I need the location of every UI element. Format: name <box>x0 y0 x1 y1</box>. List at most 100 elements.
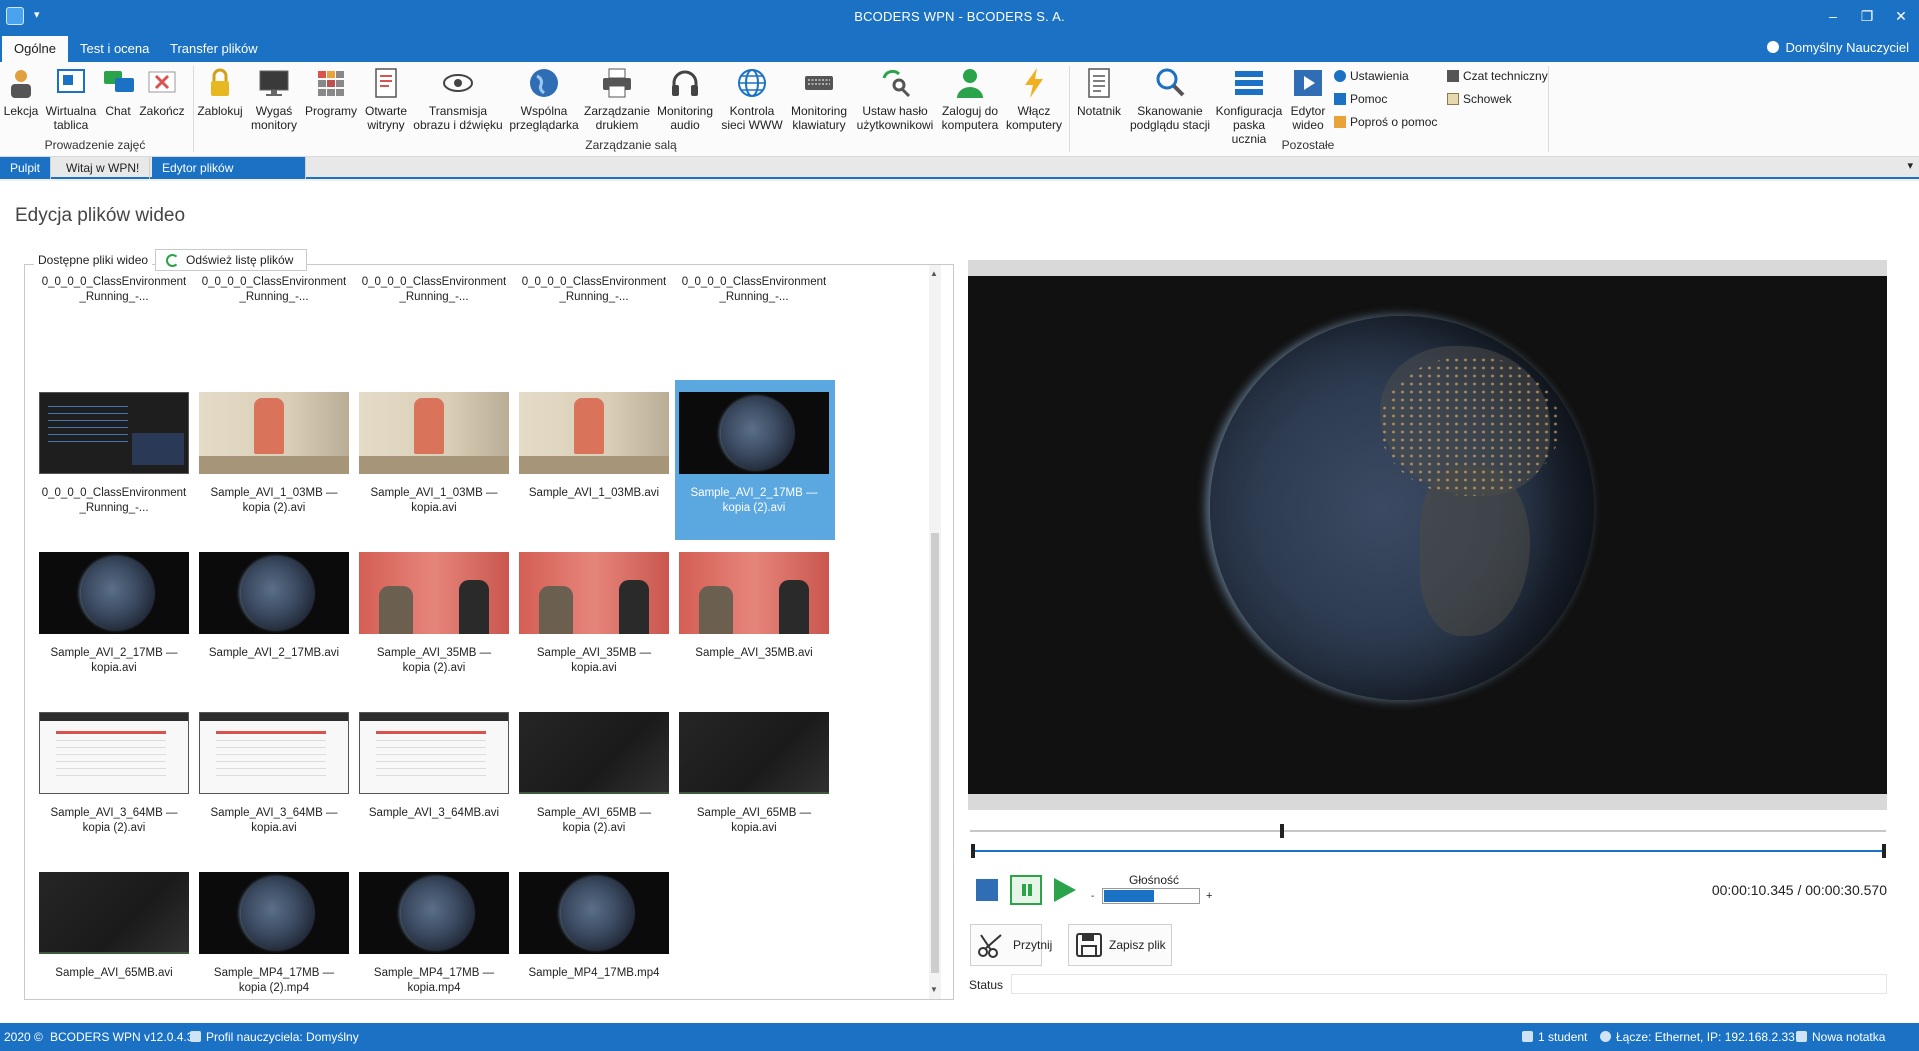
video-file-tile[interactable]: 0_0_0_0_ClassEnvironment _Running_-... <box>35 273 195 323</box>
video-file-tile[interactable]: 0_0_0_0_ClassEnvironment _Running_-... <box>355 273 515 323</box>
kontrola-sieci-button[interactable]: Kontrola sieci WWW <box>720 66 784 132</box>
monitoring-audio-button[interactable]: Monitoring audio <box>652 66 718 132</box>
monitoring-klawiatury-button[interactable]: Monitoring klawiatury <box>786 66 852 132</box>
files-scrollbar[interactable]: ▲ ▼ <box>929 265 941 999</box>
transmisja-button[interactable]: Transmisja obrazu i dźwięku <box>412 66 504 132</box>
tabs-menu-dropdown[interactable]: ▾ <box>1907 159 1913 172</box>
trim-button[interactable]: Przytnij <box>970 924 1052 966</box>
video-file-tile[interactable]: Sample_AVI_35MB.avi <box>675 540 835 700</box>
zarzadzanie-drukiem-button[interactable]: Zarządzanie drukiem <box>584 66 650 132</box>
restore-button[interactable]: ❐ <box>1854 5 1880 27</box>
volume-slider[interactable] <box>1102 888 1200 904</box>
play-button[interactable] <box>1054 878 1076 902</box>
konfiguracja-paska-button[interactable]: Konfiguracja paska ucznia <box>1214 66 1284 146</box>
video-file-tile[interactable]: Sample_AVI_35MB — kopia.avi <box>515 540 675 700</box>
wirtualna-tablica-button[interactable]: Wirtualna tablica <box>42 66 100 132</box>
video-file-tile[interactable]: Sample_AVI_2_17MB — kopia (2).avi <box>675 380 835 540</box>
video-file-tile[interactable]: Sample_AVI_2_17MB.avi <box>195 540 355 700</box>
playback-slider[interactable] <box>970 824 1886 838</box>
close-button[interactable]: ✕ <box>1888 5 1914 27</box>
tab-test-i-ocena[interactable]: Test i ocena <box>68 36 161 62</box>
video-file-name: Sample_AVI_65MB — kopia (2).avi <box>536 807 652 834</box>
otwarte-witryny-button[interactable]: Otwarte witryny <box>362 66 410 132</box>
video-file-tile[interactable]: Sample_AVI_65MB.avi <box>35 860 195 1020</box>
group-label-zarzadzanie: Zarządzanie salą <box>585 138 677 152</box>
video-file-name: Sample_AVI_35MB — kopia.avi <box>536 647 652 674</box>
zakoncz-button[interactable]: Zakończ <box>138 66 186 118</box>
volume-minus: - <box>1091 891 1095 902</box>
video-thumbnail <box>199 712 349 794</box>
video-file-tile[interactable]: Sample_AVI_65MB — kopia (2).avi <box>515 700 675 860</box>
chat-button[interactable]: Chat <box>102 66 134 118</box>
video-file-tile[interactable]: Sample_AVI_1_03MB.avi <box>515 380 675 540</box>
time-current: 00:00:10.345 <box>1711 882 1794 898</box>
doc-tab-witaj[interactable]: Witaj w WPN! <box>56 157 151 179</box>
window-title: BCODERS WPN - BCODERS S. A. <box>854 9 1065 24</box>
ustawienia-button[interactable]: Ustawienia <box>1334 69 1409 83</box>
tab-ogolne[interactable]: Ogólne <box>2 36 68 62</box>
video-file-tile[interactable]: Sample_AVI_65MB — kopia.avi <box>675 700 835 860</box>
new-note-button[interactable]: Nowa notatka <box>1796 1030 1885 1044</box>
scroll-up-icon[interactable]: ▲ <box>930 269 938 278</box>
video-preview[interactable] <box>968 276 1887 794</box>
popros-o-pomoc-button[interactable]: Poproś o pomoc <box>1334 115 1437 129</box>
tab-transfer-plikow[interactable]: Transfer plików <box>158 36 270 62</box>
video-file-name: Sample_AVI_1_03MB — kopia (2).avi <box>210 487 338 514</box>
pomoc-button[interactable]: Pomoc <box>1334 92 1387 106</box>
schowek-button[interactable]: Schowek <box>1447 92 1512 106</box>
trim-range-slider[interactable] <box>971 844 1886 858</box>
wlacz-komputery-button[interactable]: Włącz komputery <box>1004 66 1064 132</box>
teacher-profile[interactable]: Profil nauczyciela: Domyślny <box>190 1030 359 1044</box>
zaloguj-button[interactable]: Zaloguj do komputera <box>938 66 1002 132</box>
video-file-tile[interactable]: Sample_AVI_3_64MB — kopia.avi <box>195 700 355 860</box>
refresh-icon <box>166 254 179 267</box>
czat-techniczny-button[interactable]: Czat techniczny <box>1447 69 1548 83</box>
ribbon-tab-bar: Ogólne Test i ocena Transfer plików Domy… <box>0 32 1919 62</box>
playback-handle[interactable] <box>1280 824 1284 838</box>
video-thumbnail <box>679 552 829 634</box>
video-file-tile[interactable]: 0_0_0_0_ClassEnvironment _Running_-... <box>515 273 675 323</box>
video-file-tile[interactable]: Sample_AVI_2_17MB — kopia.avi <box>35 540 195 700</box>
group-label-prowadzenie: Prowadzenie zajęć <box>44 138 146 152</box>
skanowanie-button[interactable]: Skanowanie podglądu stacji <box>1128 66 1212 132</box>
video-file-tile[interactable]: Sample_MP4_17MB — kopia (2).mp4 <box>195 860 355 1020</box>
trim-start-handle[interactable] <box>971 844 975 858</box>
app-version: BCODERS WPN v12.0.4.3 <box>50 1030 194 1044</box>
video-file-tile[interactable]: Sample_AVI_3_64MB — kopia (2).avi <box>35 700 195 860</box>
scroll-down-icon[interactable]: ▼ <box>930 985 938 994</box>
notatnik-button[interactable]: Notatnik <box>1072 66 1126 118</box>
save-file-button[interactable]: Zapisz plik <box>1068 924 1172 966</box>
wspolna-przegladarka-button[interactable]: Wspólna przeglądarka <box>506 66 582 132</box>
video-thumbnail <box>359 872 509 954</box>
stop-button[interactable] <box>976 879 998 901</box>
lekcja-button[interactable]: Lekcja <box>2 66 40 118</box>
refresh-list-button[interactable]: Odśwież listę plików <box>155 249 307 271</box>
programy-button[interactable]: Programy <box>304 66 358 118</box>
scrollbar-thumb[interactable] <box>931 533 939 973</box>
chat-icon <box>104 71 134 92</box>
video-file-tile[interactable]: 0_0_0_0_ClassEnvironment _Running_-... <box>35 380 195 540</box>
video-file-tile[interactable]: Sample_AVI_35MB — kopia (2).avi <box>355 540 515 700</box>
video-file-tile[interactable]: Sample_MP4_17MB.mp4 <box>515 860 675 1020</box>
video-file-tile[interactable]: Sample_AVI_1_03MB — kopia.avi <box>355 380 515 540</box>
pause-button[interactable] <box>1010 875 1042 905</box>
doc-tab-pulpit[interactable]: Pulpit <box>0 157 52 179</box>
video-file-tile[interactable]: Sample_AVI_3_64MB.avi <box>355 700 515 860</box>
minimize-button[interactable]: – <box>1820 5 1846 27</box>
trim-end-handle[interactable] <box>1882 844 1886 858</box>
power-bolt-icon <box>1025 68 1043 98</box>
video-file-tile[interactable]: Sample_AVI_1_03MB — kopia (2).avi <box>195 380 355 540</box>
doc-tab-edytor[interactable]: Edytor plików wideo✕ <box>152 157 306 197</box>
video-file-tile[interactable]: 0_0_0_0_ClassEnvironment _Running_-... <box>195 273 355 323</box>
edytor-wideo-button[interactable]: Edytor wideo <box>1286 66 1330 132</box>
video-file-tile[interactable]: 0_0_0_0_ClassEnvironment _Running_-... <box>675 273 835 323</box>
ustaw-haslo-button[interactable]: Ustaw hasło użytkownikowi <box>854 66 936 132</box>
student-count[interactable]: 1 student <box>1522 1030 1587 1044</box>
video-file-name: Sample_AVI_35MB — kopia (2).avi <box>376 647 492 674</box>
video-file-name: Sample_AVI_1_03MB — kopia.avi <box>370 487 498 514</box>
page-title: Edycja plików wideo <box>15 205 186 226</box>
wygas-monitory-button[interactable]: Wygaś monitory <box>248 66 300 132</box>
video-file-tile[interactable]: Sample_MP4_17MB — kopia.mp4 <box>355 860 515 1020</box>
zablokuj-button[interactable]: Zablokuj <box>196 66 244 118</box>
user-menu[interactable]: Domyślny Nauczyciel <box>1767 40 1909 55</box>
